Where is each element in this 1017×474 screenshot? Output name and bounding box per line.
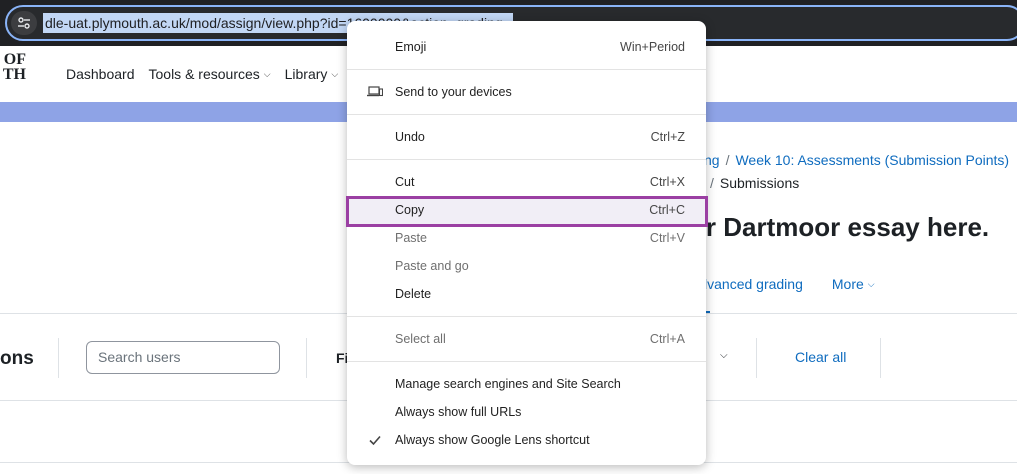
menu-item-label: Select all [395, 332, 446, 346]
logo-line-2: TH [2, 66, 26, 83]
nav-library[interactable]: Library ⌵ [285, 66, 339, 82]
primary-navigation: Dashboard Tools & resources⌵ Library⌵ S [66, 46, 376, 102]
breadcrumb-separator: / [710, 175, 714, 191]
chevron-down-icon: ⌵ [263, 68, 271, 79]
divider [58, 338, 59, 378]
menu-item-label: Delete [395, 287, 432, 301]
secondary-navigation: Advanced grading More ⌵ [690, 276, 904, 292]
menu-separator [347, 361, 706, 362]
checkmark-icon [369, 435, 381, 446]
chevron-down-icon: ⌵ [331, 68, 339, 79]
menu-item-manage-search-engines[interactable]: Manage search engines and Site Search [347, 370, 706, 398]
chevron-down-icon: ⌵ [867, 278, 875, 289]
divider [306, 338, 307, 378]
menu-item-select-all[interactable]: Select all Ctrl+A [347, 325, 706, 353]
search-users-input[interactable]: Search users [86, 341, 280, 374]
copy-highlight-outline [346, 196, 708, 227]
menu-item-shortcut: Win+Period [620, 40, 685, 54]
nav-dashboard[interactable]: Dashboard [66, 66, 135, 82]
nav-tools-resources[interactable]: Tools & resources ⌵ [149, 66, 271, 82]
university-logo[interactable]: OF TH [0, 52, 26, 92]
menu-item-send-to-devices[interactable]: Send to your devices [347, 78, 706, 106]
divider [880, 338, 881, 378]
menu-item-emoji[interactable]: Emoji Win+Period [347, 33, 706, 61]
page-title: ur Dartmoor essay here. [690, 212, 990, 242]
menu-item-label: Paste [395, 231, 427, 245]
nav-dashboard-label: Dashboard [66, 66, 135, 82]
breadcrumb-link-week[interactable]: Week 10: Assessments (Submission Points) [735, 152, 1009, 168]
tab-more[interactable]: More ⌵ [832, 276, 875, 292]
menu-item-shortcut: Ctrl+V [649, 231, 685, 245]
divider [756, 338, 757, 378]
context-menu: Emoji Win+Period Send to your devices Un… [347, 21, 706, 465]
breadcrumb-current: / Submissions [690, 175, 799, 191]
menu-item-google-lens-shortcut[interactable]: Always show Google Lens shortcut [347, 426, 706, 454]
tab-more-label: More [831, 276, 864, 292]
menu-separator [347, 114, 706, 115]
menu-item-label: Emoji [395, 40, 427, 54]
breadcrumb-separator: / [725, 152, 730, 168]
menu-item-shortcut: Ctrl+X [649, 175, 685, 189]
logo-line-1: OF [3, 51, 26, 68]
menu-item-shortcut: Ctrl+A [649, 332, 685, 346]
nav-library-label: Library [284, 66, 328, 82]
menu-item-undo[interactable]: Undo Ctrl+Z [347, 123, 706, 151]
breadcrumb-current-label: Submissions [719, 175, 800, 191]
chevron-down-icon[interactable]: ⌵ [720, 350, 728, 361]
menu-item-label: Always show full URLs [395, 405, 522, 419]
breadcrumb: sting/Week 10: Assessments (Submission P… [690, 152, 1009, 168]
menu-item-show-full-urls[interactable]: Always show full URLs [347, 398, 706, 426]
menu-item-cut[interactable]: Cut Ctrl+X [347, 168, 706, 196]
tab-advanced-grading[interactable]: Advanced grading [690, 276, 803, 292]
menu-item-label: Manage search engines and Site Search [395, 377, 621, 391]
clear-all-link[interactable]: Clear all [795, 349, 846, 365]
menu-separator [347, 69, 706, 70]
tune-icon [18, 17, 30, 29]
menu-item-paste[interactable]: Paste Ctrl+V [347, 224, 706, 252]
devices-icon [367, 86, 383, 97]
menu-separator [347, 159, 706, 160]
menu-item-shortcut: Ctrl+Z [650, 130, 685, 144]
menu-separator [347, 316, 706, 317]
nav-tools-label: Tools & resources [148, 66, 260, 82]
menu-item-delete[interactable]: Delete [347, 280, 706, 308]
menu-item-label: Send to your devices [395, 85, 512, 99]
menu-item-paste-and-go[interactable]: Paste and go [347, 252, 706, 280]
menu-item-label: Cut [395, 175, 415, 189]
menu-item-label: Undo [395, 130, 425, 144]
menu-item-label: Always show Google Lens shortcut [395, 433, 590, 447]
submissions-heading: ons [0, 348, 34, 369]
site-info-button[interactable] [11, 11, 37, 35]
menu-item-label: Paste and go [395, 259, 469, 273]
